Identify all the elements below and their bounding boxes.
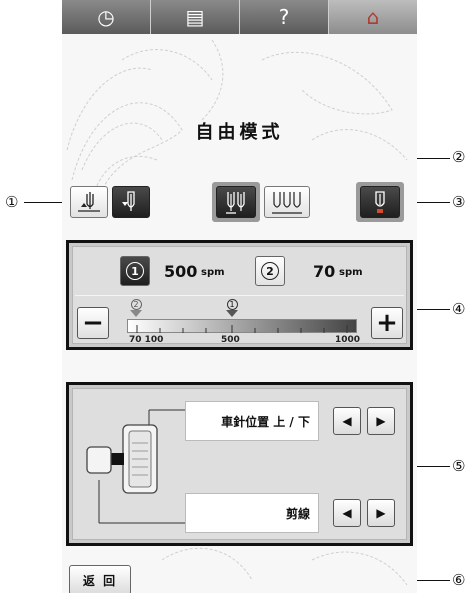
callout-4: ④ bbox=[452, 300, 466, 318]
speed-slider-ticks bbox=[136, 325, 348, 333]
needle-up-button[interactable] bbox=[70, 186, 108, 218]
needle-up-icon bbox=[78, 192, 100, 212]
callout-5-line bbox=[416, 466, 450, 467]
tick-label-mid: 500 bbox=[221, 335, 240, 345]
preset-1-marker-pointer bbox=[226, 310, 238, 317]
preset-2-marker[interactable]: 2 bbox=[129, 299, 143, 317]
presser-foot-icon bbox=[375, 191, 385, 213]
twin-needle-button[interactable] bbox=[216, 186, 256, 218]
tick-label-min: 70 100 bbox=[129, 335, 164, 345]
thread-cut-label: 剪線 bbox=[185, 493, 319, 533]
speed-panel: 1 500 spm 2 70 spm − + 2 1 70 100 500 10… bbox=[66, 240, 413, 350]
page-title: 自由模式 bbox=[195, 122, 284, 143]
home-icon[interactable]: ⌂ bbox=[329, 0, 417, 34]
callout-3: ③ bbox=[452, 193, 466, 211]
thread-cut-next-button[interactable]: ▶ bbox=[367, 499, 395, 527]
needle-down-icon bbox=[122, 191, 135, 211]
speed-slider[interactable] bbox=[127, 311, 357, 333]
callout-1: ① bbox=[5, 193, 19, 211]
free-motion-screen: ◷ ▤ ? ⌂ 自由模式 1 500 spm 2 70 spm − + 2 1 … bbox=[62, 0, 417, 593]
preset-2-speed-value: 70 bbox=[313, 262, 336, 281]
callout-2: ② bbox=[452, 148, 466, 166]
needle-position-label: 車針位置 上 / 下 bbox=[185, 401, 319, 441]
speed-preset-1-button[interactable]: 1 bbox=[120, 256, 150, 286]
needle-position-prev-button[interactable]: ◀ bbox=[333, 407, 361, 435]
preset-1-badge: 1 bbox=[126, 262, 144, 280]
speed-preset-2-button[interactable]: 2 bbox=[255, 256, 285, 286]
preset-2-marker-pointer bbox=[130, 310, 142, 317]
preset-1-marker-label: 1 bbox=[226, 299, 238, 310]
triple-needle-icon bbox=[272, 192, 302, 214]
callout-5: ⑤ bbox=[452, 457, 466, 475]
preset-1-marker[interactable]: 1 bbox=[225, 299, 239, 317]
twin-needle-icon bbox=[226, 192, 245, 214]
preset-1-speed-unit: spm bbox=[201, 267, 225, 278]
thread-cut-prev-button[interactable]: ◀ bbox=[333, 499, 361, 527]
foot-pedal-panel: 車針位置 上 / 下 ◀ ▶ 剪線 ◀ ▶ bbox=[66, 382, 413, 546]
tick-label-max: 1000 bbox=[335, 335, 361, 345]
presser-foot-button[interactable] bbox=[360, 186, 400, 218]
back-button[interactable]: 返 回 bbox=[69, 565, 131, 593]
clock-icon[interactable]: ◷ bbox=[62, 0, 151, 34]
preset-2-speed-unit: spm bbox=[339, 267, 363, 278]
top-tab-bar: ◷ ▤ ? ⌂ bbox=[62, 0, 417, 34]
preset-1-speed-value: 500 bbox=[164, 262, 198, 281]
help-icon[interactable]: ? bbox=[240, 0, 329, 34]
document-icon[interactable]: ▤ bbox=[151, 0, 240, 34]
speed-increase-button[interactable]: + bbox=[371, 307, 403, 339]
needle-position-next-button[interactable]: ▶ bbox=[367, 407, 395, 435]
panel-divider bbox=[75, 295, 404, 296]
foot-pedal-diagram bbox=[86, 409, 191, 524]
preset-2-badge: 2 bbox=[261, 262, 279, 280]
preset-2-marker-label: 2 bbox=[130, 299, 142, 310]
callout-4-line bbox=[416, 309, 450, 310]
needle-down-button[interactable] bbox=[112, 186, 150, 218]
triple-needle-button[interactable] bbox=[264, 186, 310, 218]
callout-6: ⑥ bbox=[452, 571, 466, 589]
speed-decrease-button[interactable]: − bbox=[77, 307, 109, 339]
